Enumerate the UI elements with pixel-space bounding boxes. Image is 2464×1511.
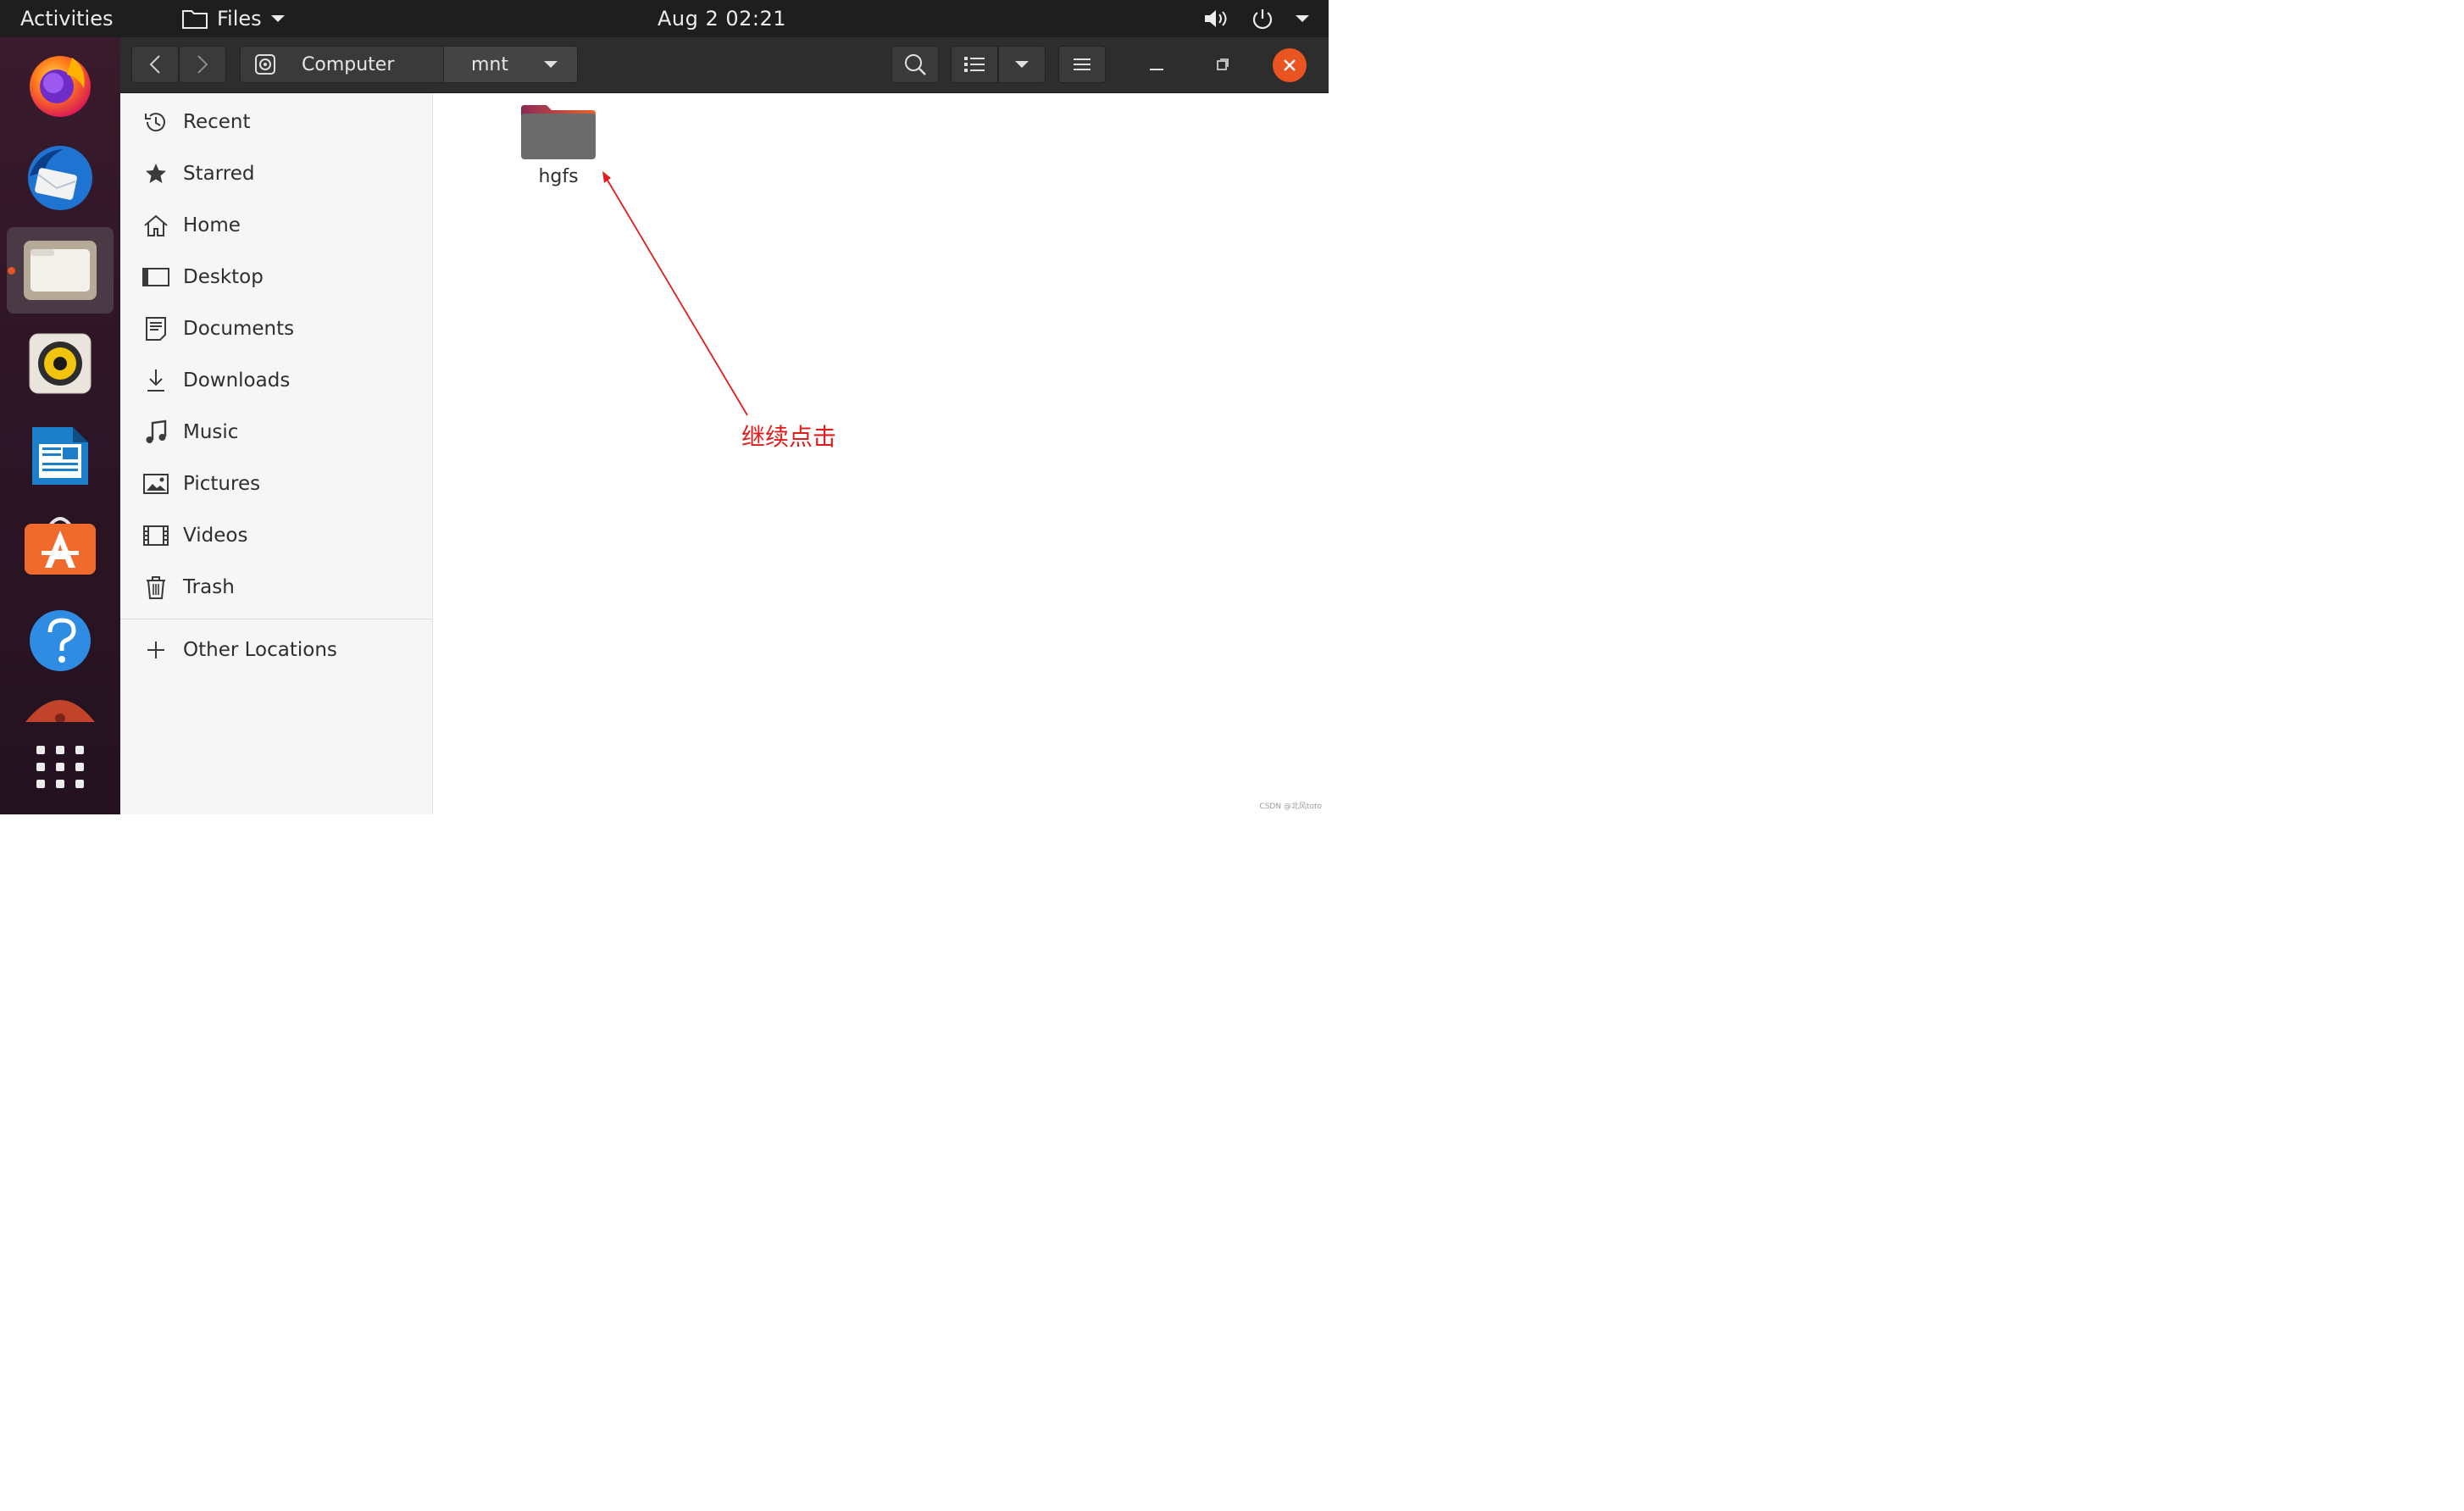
path-crumb-label: Computer [302, 53, 395, 75]
maximize-button[interactable] [1208, 46, 1237, 83]
minimize-icon [1150, 69, 1163, 70]
dock-firefox[interactable] [0, 51, 120, 119]
top-bar: Activities Files Aug 2 02:21 [0, 0, 1329, 37]
sidebar-item-downloads[interactable]: Downloads [120, 360, 432, 401]
sidebar-item-label: Desktop [183, 266, 264, 288]
dock-ubuntu[interactable] [0, 697, 120, 722]
dock-help[interactable] [0, 608, 120, 673]
help-icon [30, 610, 91, 671]
star-icon [146, 164, 166, 183]
path-crumb-mnt[interactable]: mnt [443, 47, 577, 82]
restore-icon [1217, 58, 1229, 70]
sidebar-item-label: Trash [183, 576, 235, 598]
hamburger-menu-icon [1074, 58, 1090, 70]
firefox-icon [30, 56, 91, 117]
file-view: hgfs [433, 93, 1329, 814]
sidebar-item-label: Pictures [183, 473, 261, 495]
forward-button[interactable] [179, 46, 226, 83]
picture-icon [143, 474, 169, 494]
writer-icon [32, 427, 88, 485]
sidebar: Recent Starred Home Desktop Documents Do… [120, 93, 433, 814]
sidebar-item-label: Other Locations [183, 639, 337, 661]
files-icon [24, 241, 97, 300]
download-icon [147, 369, 164, 392]
software-icon [25, 517, 96, 575]
thunderbird-icon [28, 146, 92, 210]
app-menu-files[interactable]: Files [181, 0, 294, 37]
dock-files[interactable] [0, 239, 120, 302]
folder-item[interactable]: hgfs [518, 103, 599, 187]
sidebar-item-documents[interactable]: Documents [120, 308, 432, 349]
annotation-arrow [602, 171, 748, 416]
annotation-text: 继续点击 [741, 423, 837, 451]
clock-icon [145, 113, 165, 132]
dock-libreoffice-writer[interactable] [0, 424, 120, 488]
clock[interactable]: Aug 2 02:21 [658, 0, 786, 37]
music-icon [146, 419, 167, 443]
trash-icon [147, 576, 165, 599]
menu-button[interactable] [1058, 46, 1106, 83]
close-icon [1284, 59, 1296, 71]
sidebar-item-other-locations[interactable]: Other Locations [120, 630, 432, 670]
grid-icon [36, 746, 84, 788]
path-crumb-computer[interactable]: Computer [241, 47, 443, 82]
volume-icon[interactable] [1203, 8, 1230, 29]
sidebar-item-label: Downloads [183, 369, 291, 392]
sidebar-item-recent[interactable]: Recent [120, 102, 432, 142]
minimize-button[interactable] [1142, 46, 1171, 83]
list-view-icon [964, 57, 985, 72]
rhythmbox-icon [29, 333, 92, 394]
close-button[interactable] [1273, 48, 1307, 82]
sidebar-item-label: Home [183, 214, 241, 236]
activities-button[interactable]: Activities [20, 0, 114, 37]
folder-icon [521, 105, 596, 159]
ubuntu-icon [25, 700, 95, 722]
folder-icon [182, 10, 208, 29]
app-menu-label: Files [217, 7, 262, 31]
sidebar-item-pictures[interactable]: Pictures [120, 464, 432, 504]
sidebar-item-desktop[interactable]: Desktop [120, 257, 432, 297]
path-bar: Computer mnt [240, 46, 578, 83]
header-bar: Computer mnt [120, 37, 1329, 93]
sidebar-item-home[interactable]: Home [120, 205, 432, 246]
sidebar-item-label: Starred [183, 163, 255, 185]
desktop-icon [142, 268, 169, 286]
sidebar-item-trash[interactable]: Trash [120, 567, 432, 608]
search-button[interactable] [891, 46, 939, 83]
sidebar-item-label: Documents [183, 318, 295, 340]
view-options-button[interactable] [998, 46, 1046, 83]
system-tray[interactable] [1203, 0, 1310, 37]
dock-rhythmbox[interactable] [0, 332, 120, 395]
path-crumb-label: mnt [471, 53, 508, 75]
sidebar-item-starred[interactable]: Starred [120, 153, 432, 194]
dock [0, 37, 120, 814]
document-icon [146, 317, 166, 341]
chevron-left-icon [149, 55, 160, 74]
sidebar-item-label: Videos [183, 525, 248, 547]
chevron-down-icon [1015, 61, 1029, 68]
power-icon[interactable] [1251, 7, 1274, 31]
sidebar-item-label: Music [183, 421, 239, 443]
chevron-down-icon[interactable] [1295, 14, 1310, 24]
sidebar-item-label: Recent [183, 111, 251, 133]
sidebar-item-videos[interactable]: Videos [120, 515, 432, 556]
dock-ubuntu-software[interactable] [0, 514, 120, 576]
search-icon [905, 54, 926, 75]
view-list-button[interactable] [951, 46, 998, 83]
back-button[interactable] [131, 46, 179, 83]
home-icon [144, 214, 168, 236]
plus-icon [147, 642, 164, 658]
video-icon [143, 525, 169, 546]
drive-icon [255, 54, 275, 75]
chevron-down-icon [270, 15, 285, 22]
chevron-down-icon [544, 61, 558, 68]
sidebar-item-music[interactable]: Music [120, 412, 432, 453]
chevron-right-icon [197, 55, 208, 74]
dock-thunderbird[interactable] [0, 142, 120, 214]
folder-name: hgfs [538, 166, 579, 187]
watermark: CSDN @北风toto [1259, 803, 1322, 811]
show-applications[interactable] [0, 744, 120, 790]
